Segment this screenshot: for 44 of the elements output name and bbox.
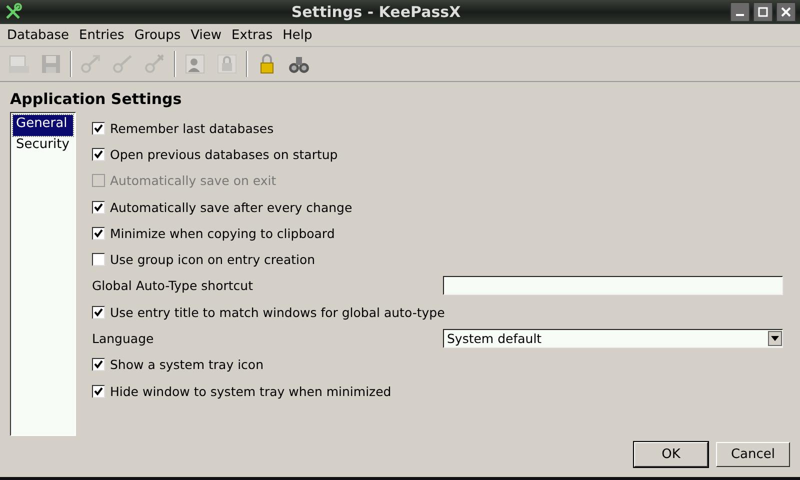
checkbox[interactable] — [92, 122, 105, 135]
checkbox[interactable] — [92, 226, 105, 240]
section-item[interactable]: General — [13, 115, 73, 136]
checkbox-label: Automatically save on exit — [110, 173, 276, 188]
checkbox[interactable] — [92, 384, 105, 398]
checkbox[interactable] — [92, 200, 105, 214]
menu-item[interactable]: Entries — [74, 28, 130, 42]
document-lock-icon — [215, 52, 239, 76]
scissors-icon — [4, 3, 22, 21]
menu-item[interactable]: Extras — [226, 28, 278, 42]
maximize-button[interactable] — [753, 2, 773, 22]
close-button[interactable] — [776, 2, 796, 22]
checkbox-label: Minimize when copying to clipboard — [110, 226, 335, 241]
close-icon — [781, 7, 791, 17]
minimize-button[interactable] — [730, 2, 750, 22]
checkbox-label: Hide window to system tray when minimized — [110, 384, 392, 399]
menu-item[interactable]: Help — [278, 28, 318, 42]
checkbox-label: Use group icon on entry creation — [110, 252, 316, 268]
person-icon — [183, 52, 207, 76]
checkbox[interactable] — [92, 358, 105, 372]
key-icon — [79, 52, 103, 76]
window-title: Settings - KeePassX — [290, 3, 462, 21]
dialog-button[interactable]: OK — [634, 442, 708, 467]
menu-item[interactable]: View — [186, 28, 227, 42]
dropdown-arrow-icon — [771, 336, 779, 342]
section-item[interactable]: Security — [13, 136, 73, 157]
checkbox[interactable] — [92, 253, 105, 266]
checkbox-label: Open previous databases on startup — [110, 146, 338, 162]
checkbox-label: Use entry title to match windows for global auto-type — [110, 304, 445, 320]
checkbox[interactable] — [92, 148, 105, 161]
checkbox-label: Automatically save after every change — [110, 200, 352, 215]
checkbox-label: Show a system tray icon — [110, 357, 264, 372]
minimize-icon — [736, 14, 744, 16]
field-label: Language — [92, 331, 155, 346]
maximize-icon — [758, 7, 768, 17]
checkbox[interactable] — [92, 306, 105, 319]
checkbox-label: Remember last databases — [110, 120, 274, 136]
shortcut-field[interactable] — [443, 276, 783, 296]
page-heading: Application Settings — [10, 90, 183, 110]
language-dropdown[interactable]: System default — [443, 329, 783, 348]
menu-item[interactable]: Groups — [129, 28, 186, 42]
menu-item[interactable]: Database — [2, 28, 74, 42]
dialog-button[interactable]: Cancel — [716, 442, 790, 467]
field-label: Global Auto-Type shortcut — [92, 278, 254, 294]
